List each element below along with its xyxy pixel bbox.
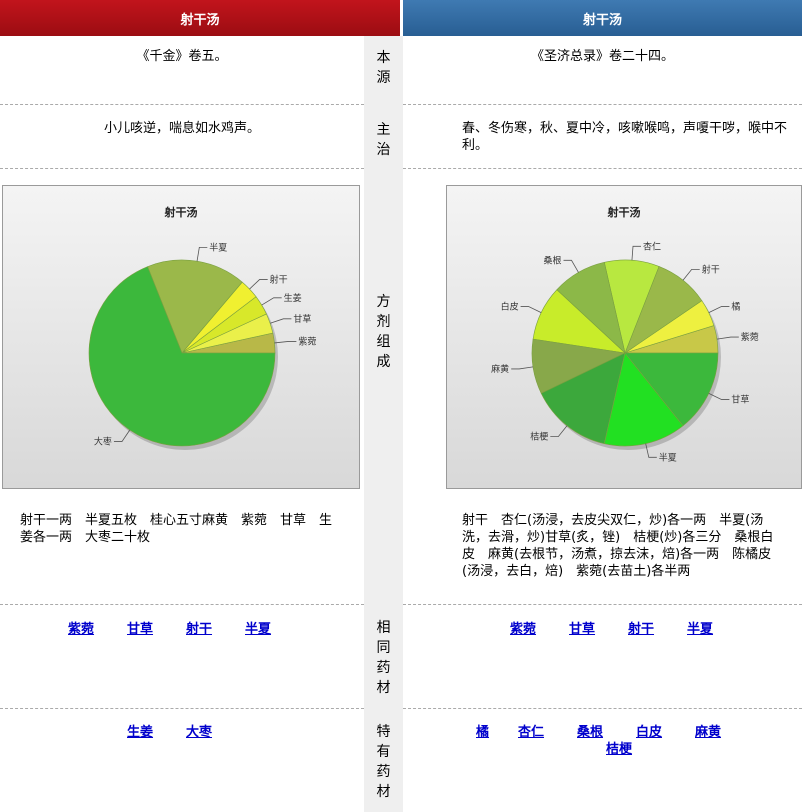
label-source: 本 源 [376,50,391,86]
pie-leader-line [249,279,268,290]
left-source-text: 《千金》卷五。 [136,49,228,64]
herb-link[interactable]: 紫菀 [510,618,536,637]
herb-link[interactable]: 麻黄 [695,721,721,740]
pie-leader-line [270,318,292,324]
pie-label: 橘 [731,302,740,313]
pie-leader-line [261,297,282,306]
pie-label: 桔梗 [530,431,548,443]
herb-link[interactable]: 半夏 [245,618,271,637]
header-right: 射干汤 [403,0,802,36]
herb-link[interactable]: 大枣 [186,721,212,740]
label-formula: 方 剂 组 成 [376,294,391,370]
herb-link[interactable]: 生姜 [127,721,153,740]
pie-label: 射干 [702,263,720,275]
pie-leader-line [196,247,208,262]
pie-label: 半夏 [209,241,227,253]
herb-link[interactable]: 甘草 [569,618,595,637]
pie-label: 紫菀 [298,335,316,347]
right-composition-text: 射干 杏仁(汤浸，去皮尖双仁，炒)各一两 半夏(汤洗，去滑，炒)甘草(炙，锉) … [462,513,774,579]
header-left-title: 射干汤 [180,12,220,28]
pie-label: 甘草 [731,393,749,405]
pie-label: 生姜 [284,292,302,304]
pie-leader-line [682,268,700,281]
pie-label: 射干 [270,273,288,285]
left-chart: 射干汤 紫菀 甘草 生姜 射干 半夏 大枣 [2,185,360,489]
herb-link[interactable]: 桔梗 [606,738,632,757]
left-composition-text: 射干一两 半夏五枚 桂心五寸麻黄 紫菀 甘草 生姜各一两 大枣二十枚 [20,513,333,545]
left-pie-chart: 紫菀 甘草 生姜 射干 半夏大枣 [88,241,316,450]
pie-label: 杏仁 [643,240,661,252]
header-left: 射干汤 [0,0,400,36]
herb-link[interactable]: 半夏 [687,618,713,637]
pie-leader-line [550,425,568,438]
label-common-herbs: 相 同 药 材 [376,620,391,696]
pie-label: 麻黄 [491,363,509,375]
label-unique-herbs: 特 有 药 材 [376,724,391,800]
pie-leader-line [716,336,739,340]
pie-label: 紫菀 [741,331,759,343]
pie-leader-line [631,245,641,261]
pie-leader-line [511,366,534,370]
herb-link[interactable]: 紫菀 [68,618,94,637]
right-source-text: 《圣济总录》卷二十四。 [530,49,674,64]
herb-link[interactable]: 白皮 [636,721,662,740]
label-indication: 主 治 [376,122,391,158]
pie-leader-line [708,306,730,314]
herb-link[interactable]: 射干 [628,618,654,637]
right-indication-text: 春、冬伤寒，秋、夏中冷，咳嗽喉鸣，声嗄干哕，喉中不利。 [462,121,788,153]
left-indication-text: 小儿咳逆，喘息如水鸡声。 [103,121,260,136]
herb-link[interactable]: 杏仁 [518,721,544,740]
right-pie-chart: 紫菀 橘 射干 杏仁桑根白皮麻黄桔梗半夏 甘草 [491,240,759,463]
herb-link[interactable]: 桑根 [577,721,603,740]
pie-label: 白皮 [501,301,519,313]
pie-leader-line [113,429,131,442]
pie-leader-line [274,341,297,344]
pie-leader-line [563,259,579,273]
herb-link[interactable]: 橘 [476,721,489,740]
right-chart: 射干汤 紫菀橘射干 杏仁 桑根 白皮 麻黄 桔梗 半夏 甘草 [446,185,802,489]
header-right-title: 射干汤 [582,12,622,28]
herb-link[interactable]: 射干 [186,618,212,637]
herb-link[interactable]: 甘草 [127,618,153,637]
pie-label: 甘草 [293,313,311,325]
pie-label: 大枣 [94,436,112,448]
pie-label: 半夏 [659,451,677,463]
pie-leader-line [520,306,542,314]
pie-label: 桑根 [543,254,561,266]
